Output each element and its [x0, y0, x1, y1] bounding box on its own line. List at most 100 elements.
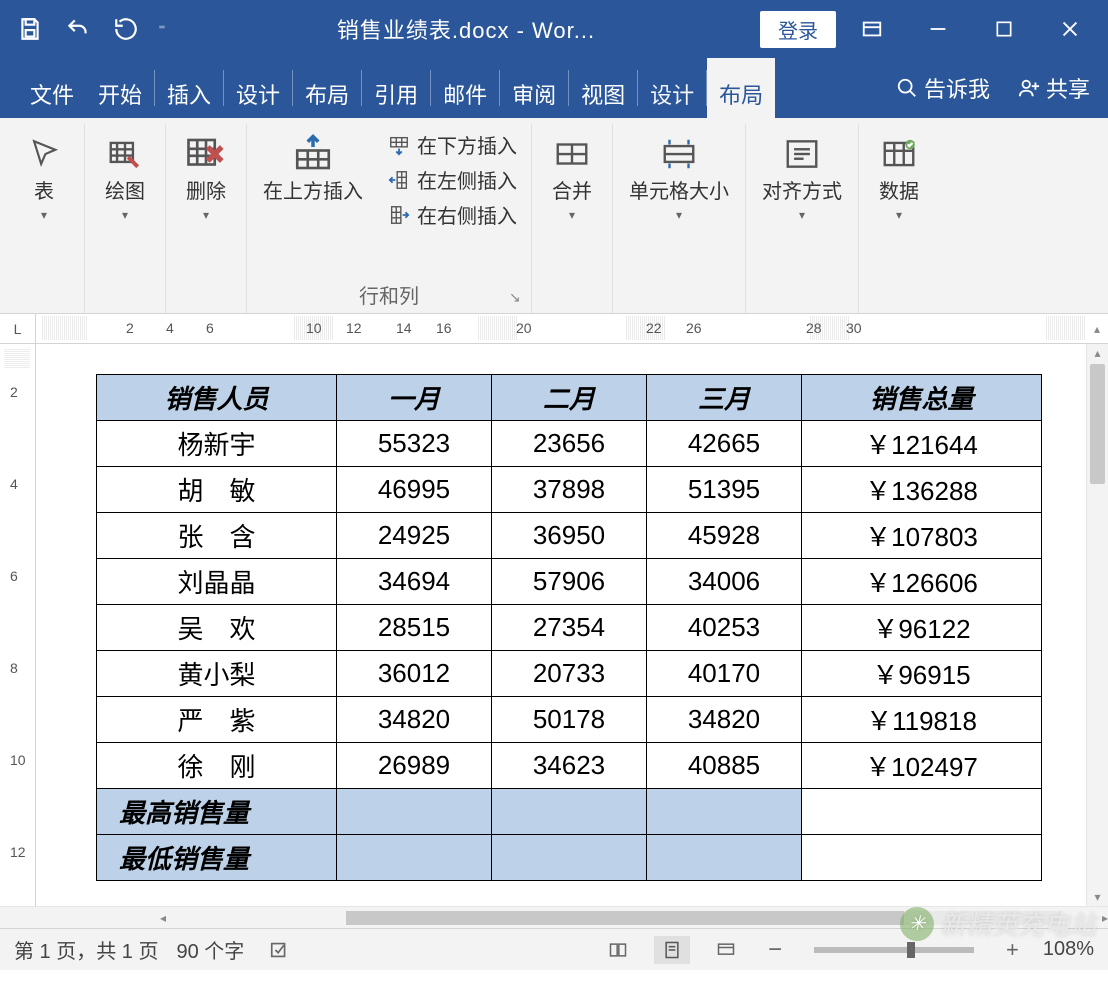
cell-feb[interactable]: 50178: [492, 697, 647, 743]
summary-label[interactable]: 最高销售量: [97, 789, 337, 835]
tab-layout[interactable]: 布局: [293, 58, 361, 118]
table-row[interactable]: 严 紫348205017834820￥119818: [97, 697, 1042, 743]
table-header[interactable]: 销售总量: [802, 375, 1042, 421]
sales-table[interactable]: 销售人员一月二月三月销售总量 杨新宇553232365642665￥121644…: [96, 374, 1042, 881]
cell-name[interactable]: 吴 欢: [97, 605, 337, 651]
web-layout-icon[interactable]: [708, 936, 744, 964]
table-row[interactable]: 杨新宇553232365642665￥121644: [97, 421, 1042, 467]
cell-total[interactable]: ￥126606: [802, 559, 1042, 605]
page-indicator[interactable]: 第 1 页，共 1 页: [14, 935, 158, 964]
summary-label[interactable]: 最低销售量: [97, 835, 337, 881]
cell-jan[interactable]: 24925: [337, 513, 492, 559]
cell-name[interactable]: 严 紫: [97, 697, 337, 743]
table-header[interactable]: 二月: [492, 375, 647, 421]
login-button[interactable]: 登录: [760, 11, 836, 48]
delete-button[interactable]: 删除 ▾: [176, 128, 236, 226]
qat-customize-icon[interactable]: ⁼: [152, 21, 172, 38]
insert-above-button[interactable]: 在上方插入: [257, 128, 369, 208]
cell-mar[interactable]: 51395: [647, 467, 802, 513]
cell-jan[interactable]: 46995: [337, 467, 492, 513]
cell-jan[interactable]: 26989: [337, 743, 492, 789]
cell-name[interactable]: 黄小梨: [97, 651, 337, 697]
word-count[interactable]: 90 个字: [176, 935, 244, 964]
alignment-button[interactable]: 对齐方式 ▾: [756, 128, 848, 226]
cell-total[interactable]: ￥96915: [802, 651, 1042, 697]
cell-mar[interactable]: 40885: [647, 743, 802, 789]
maximize-button[interactable]: [974, 7, 1034, 51]
tab-table-layout[interactable]: 布局: [707, 58, 775, 118]
scroll-down-icon[interactable]: ▾: [1087, 890, 1108, 904]
minimize-button[interactable]: [908, 7, 968, 51]
table-header[interactable]: 三月: [647, 375, 802, 421]
scroll-right-icon[interactable]: ▸: [1102, 911, 1108, 925]
tab-home[interactable]: 开始: [86, 58, 154, 118]
cell-feb[interactable]: 36950: [492, 513, 647, 559]
summary-blank[interactable]: [647, 835, 802, 881]
tab-table-design[interactable]: 设计: [638, 58, 706, 118]
hscroll-thumb[interactable]: [346, 911, 904, 925]
cell-total[interactable]: ￥96122: [802, 605, 1042, 651]
insert-left-button[interactable]: 在左侧插入: [383, 163, 521, 196]
cell-total[interactable]: ￥102497: [802, 743, 1042, 789]
save-button[interactable]: [8, 7, 52, 51]
table-row[interactable]: 徐 刚269893462340885￥102497: [97, 743, 1042, 789]
document-canvas[interactable]: 销售人员一月二月三月销售总量 杨新宇553232365642665￥121644…: [36, 344, 1086, 906]
ribbon-display-button[interactable]: [842, 7, 902, 51]
cell-jan[interactable]: 34694: [337, 559, 492, 605]
tab-mailings[interactable]: 邮件: [431, 58, 499, 118]
zoom-in-button[interactable]: +: [1000, 937, 1025, 963]
cell-mar[interactable]: 45928: [647, 513, 802, 559]
summary-blank[interactable]: [337, 789, 492, 835]
dialog-launcher-icon[interactable]: ↘: [509, 289, 527, 307]
cell-feb[interactable]: 20733: [492, 651, 647, 697]
table-row[interactable]: 黄小梨360122073340170￥96915: [97, 651, 1042, 697]
summary-row[interactable]: 最低销售量: [97, 835, 1042, 881]
summary-blank[interactable]: [337, 835, 492, 881]
cell-total[interactable]: ￥119818: [802, 697, 1042, 743]
zoom-level[interactable]: 108%: [1043, 938, 1094, 961]
cell-total[interactable]: ￥107803: [802, 513, 1042, 559]
ruler-vertical[interactable]: 24681012: [0, 344, 36, 906]
table-header[interactable]: 一月: [337, 375, 492, 421]
ruler-horizontal[interactable]: L 246101214162022262830 ▴: [0, 314, 1108, 344]
ruler-collapse-icon[interactable]: ▴: [1086, 314, 1108, 343]
undo-button[interactable]: [56, 7, 100, 51]
cell-name[interactable]: 胡 敏: [97, 467, 337, 513]
zoom-out-button[interactable]: −: [762, 936, 788, 964]
spellcheck-icon[interactable]: [262, 936, 298, 964]
close-button[interactable]: [1040, 7, 1100, 51]
cell-feb[interactable]: 27354: [492, 605, 647, 651]
scroll-left-icon[interactable]: ◂: [160, 911, 166, 925]
print-layout-icon[interactable]: [654, 936, 690, 964]
summary-blank[interactable]: [647, 789, 802, 835]
tab-review[interactable]: 审阅: [500, 58, 568, 118]
tab-references[interactable]: 引用: [362, 58, 430, 118]
redo-button[interactable]: [104, 7, 148, 51]
cell-size-button[interactable]: 单元格大小 ▾: [623, 128, 735, 226]
cell-jan[interactable]: 36012: [337, 651, 492, 697]
tab-design[interactable]: 设计: [224, 58, 292, 118]
cell-jan[interactable]: 34820: [337, 697, 492, 743]
cell-mar[interactable]: 42665: [647, 421, 802, 467]
table-row[interactable]: 刘晶晶346945790634006￥126606: [97, 559, 1042, 605]
table-row[interactable]: 张 含249253695045928￥107803: [97, 513, 1042, 559]
tab-insert[interactable]: 插入: [155, 58, 223, 118]
summary-row[interactable]: 最高销售量: [97, 789, 1042, 835]
cell-name[interactable]: 徐 刚: [97, 743, 337, 789]
table-select-button[interactable]: 表 ▾: [14, 128, 74, 226]
cell-feb[interactable]: 23656: [492, 421, 647, 467]
cell-total[interactable]: ￥121644: [802, 421, 1042, 467]
tab-view[interactable]: 视图: [569, 58, 637, 118]
data-button[interactable]: 数据 ▾: [869, 128, 929, 226]
read-mode-icon[interactable]: [600, 936, 636, 964]
insert-below-button[interactable]: 在下方插入: [383, 128, 521, 161]
summary-total-blank[interactable]: [802, 835, 1042, 881]
tell-me-search[interactable]: 告诉我: [886, 72, 1000, 104]
table-header[interactable]: 销售人员: [97, 375, 337, 421]
table-row[interactable]: 胡 敏469953789851395￥136288: [97, 467, 1042, 513]
zoom-slider[interactable]: [814, 947, 974, 953]
cell-feb[interactable]: 37898: [492, 467, 647, 513]
cell-mar[interactable]: 34006: [647, 559, 802, 605]
insert-right-button[interactable]: 在右侧插入: [383, 198, 521, 231]
table-row[interactable]: 吴 欢285152735440253￥96122: [97, 605, 1042, 651]
